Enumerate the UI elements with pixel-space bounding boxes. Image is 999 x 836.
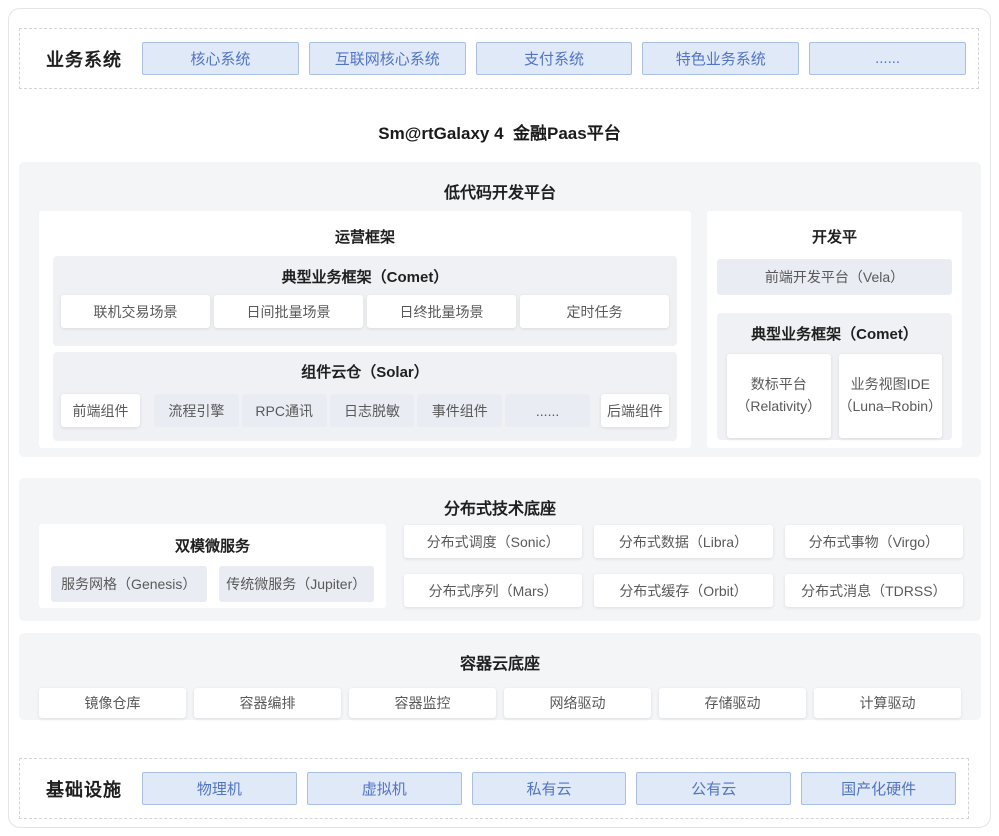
svc-data-libra[interactable]: 分布式数据（Libra）: [594, 525, 772, 558]
card-luna-robin-code: （Luna–Robin）: [839, 396, 943, 418]
infra-virtual-machine[interactable]: 虚拟机: [307, 772, 462, 805]
business-system-core[interactable]: 核心系统: [142, 42, 299, 75]
infra-private-cloud[interactable]: 私有云: [472, 772, 627, 805]
infra-public-cloud[interactable]: 公有云: [636, 772, 791, 805]
comet-framework-items: 联机交易场景 日间批量场景 日终批量场景 定时任务: [61, 295, 669, 328]
comet-item-scheduled-task[interactable]: 定时任务: [520, 295, 669, 328]
business-system-payment[interactable]: 支付系统: [476, 42, 633, 75]
solar-item-backend-components[interactable]: 后端组件: [601, 394, 669, 427]
low-code-platform-panel: 低代码开发平台 运营框架 典型业务框架（Comet） 联机交易场景 日间批量场景…: [19, 162, 981, 457]
solar-warehouse-items: 前端组件 流程引擎 RPC通讯 日志脱敏 事件组件 ...... 后端组件: [61, 394, 669, 427]
dev-comet-title: 典型业务框架（Comet）: [717, 313, 952, 344]
container-base-panel: 容器云底座 镜像仓库 容器编排 容器监控 网络驱动 存储驱动 计算驱动: [19, 633, 981, 720]
operation-framework-title: 运营框架: [39, 211, 691, 247]
container-base-items: 镜像仓库 容器编排 容器监控 网络驱动 存储驱动 计算驱动: [39, 688, 961, 718]
svc-sequence-mars[interactable]: 分布式序列（Mars）: [404, 574, 582, 607]
comet-item-daytime-batch[interactable]: 日间批量场景: [214, 295, 363, 328]
dev-platform-box: 开发平 前端开发平台（Vela） 典型业务框架（Comet） 数标平台 （Rel…: [707, 211, 962, 448]
svc-message-tdrss[interactable]: 分布式消息（TDRSS）: [785, 574, 963, 607]
dev-comet-cards: 数标平台 （Relativity） 业务视图IDE （Luna–Robin）: [727, 354, 942, 438]
business-system-special[interactable]: 特色业务系统: [642, 42, 799, 75]
chip-service-mesh-genesis[interactable]: 服务网格（Genesis）: [51, 566, 207, 602]
comet-item-endofday-batch[interactable]: 日终批量场景: [367, 295, 516, 328]
low-code-platform-title: 低代码开发平台: [19, 162, 981, 203]
chip-traditional-microservice-jupiter[interactable]: 传统微服务（Jupiter）: [219, 566, 375, 602]
dual-mode-microservices-box: 双模微服务 服务网格（Genesis） 传统微服务（Jupiter）: [39, 524, 386, 608]
vela-frontend-platform[interactable]: 前端开发平台（Vela）: [717, 259, 952, 295]
container-item-compute-driver[interactable]: 计算驱动: [814, 688, 961, 718]
solar-item-log-masking[interactable]: 日志脱敏: [330, 394, 415, 427]
infra-domestic-hardware[interactable]: 国产化硬件: [801, 772, 956, 805]
svc-transaction-virgo[interactable]: 分布式事物（Virgo）: [785, 525, 963, 558]
infrastructure-label: 基础设施: [20, 776, 142, 802]
business-systems-label: 业务系统: [20, 46, 142, 72]
operation-framework-box: 运营框架 典型业务框架（Comet） 联机交易场景 日间批量场景 日终批量场景 …: [39, 211, 691, 448]
solar-warehouse-box: 组件云仓（Solar） 前端组件 流程引擎 RPC通讯 日志脱敏 事件组件 ..…: [53, 352, 677, 441]
business-systems-bar: 业务系统 核心系统 互联网核心系统 支付系统 特色业务系统 ......: [19, 28, 979, 89]
card-relativity-code: （Relativity）: [736, 396, 821, 418]
card-relativity-name: 数标平台: [751, 374, 807, 396]
card-relativity[interactable]: 数标平台 （Relativity）: [727, 354, 831, 438]
container-item-orchestration[interactable]: 容器编排: [194, 688, 341, 718]
business-systems-buttons: 核心系统 互联网核心系统 支付系统 特色业务系统 ......: [142, 42, 966, 75]
business-system-more[interactable]: ......: [809, 42, 966, 75]
container-item-storage-driver[interactable]: 存储驱动: [659, 688, 806, 718]
architecture-diagram: 业务系统 核心系统 互联网核心系统 支付系统 特色业务系统 ...... Sm@…: [8, 8, 991, 828]
page-title: Sm@rtGalaxy 4 金融Paas平台: [9, 119, 990, 144]
dual-mode-title: 双模微服务: [39, 524, 386, 556]
svc-scheduler-sonic[interactable]: 分布式调度（Sonic）: [404, 525, 582, 558]
dev-comet-box: 典型业务框架（Comet） 数标平台 （Relativity） 业务视图IDE …: [717, 313, 952, 440]
distributed-base-title: 分布式技术底座: [19, 478, 981, 519]
comet-framework-title: 典型业务框架（Comet）: [53, 256, 677, 287]
business-system-internet-core[interactable]: 互联网核心系统: [309, 42, 466, 75]
container-base-title: 容器云底座: [19, 633, 981, 674]
solar-item-event-components[interactable]: 事件组件: [417, 394, 502, 427]
card-luna-robin[interactable]: 业务视图IDE （Luna–Robin）: [839, 354, 943, 438]
dev-platform-title: 开发平: [707, 211, 962, 247]
solar-item-process-engine[interactable]: 流程引擎: [154, 394, 239, 427]
infrastructure-buttons: 物理机 虚拟机 私有云 公有云 国产化硬件: [142, 772, 956, 805]
distributed-services-grid: 分布式调度（Sonic） 分布式数据（Libra） 分布式事物（Virgo） 分…: [404, 525, 963, 607]
comet-framework-box: 典型业务框架（Comet） 联机交易场景 日间批量场景 日终批量场景 定时任务: [53, 256, 677, 346]
infra-physical-machine[interactable]: 物理机: [142, 772, 297, 805]
container-item-network-driver[interactable]: 网络驱动: [504, 688, 651, 718]
container-item-monitoring[interactable]: 容器监控: [349, 688, 496, 718]
distributed-base-panel: 分布式技术底座 双模微服务 服务网格（Genesis） 传统微服务（Jupite…: [19, 478, 981, 621]
infrastructure-bar: 基础设施 物理机 虚拟机 私有云 公有云 国产化硬件: [19, 758, 969, 819]
container-item-image-registry[interactable]: 镜像仓库: [39, 688, 186, 718]
dual-mode-items: 服务网格（Genesis） 传统微服务（Jupiter）: [51, 566, 374, 602]
solar-item-more[interactable]: ......: [505, 394, 590, 427]
solar-item-rpc[interactable]: RPC通讯: [242, 394, 327, 427]
solar-item-frontend-components[interactable]: 前端组件: [61, 394, 140, 427]
card-luna-robin-name: 业务视图IDE: [851, 374, 930, 396]
solar-warehouse-title: 组件云仓（Solar）: [53, 352, 677, 382]
comet-item-online-trade[interactable]: 联机交易场景: [61, 295, 210, 328]
svc-cache-orbit[interactable]: 分布式缓存（Orbit）: [594, 574, 772, 607]
